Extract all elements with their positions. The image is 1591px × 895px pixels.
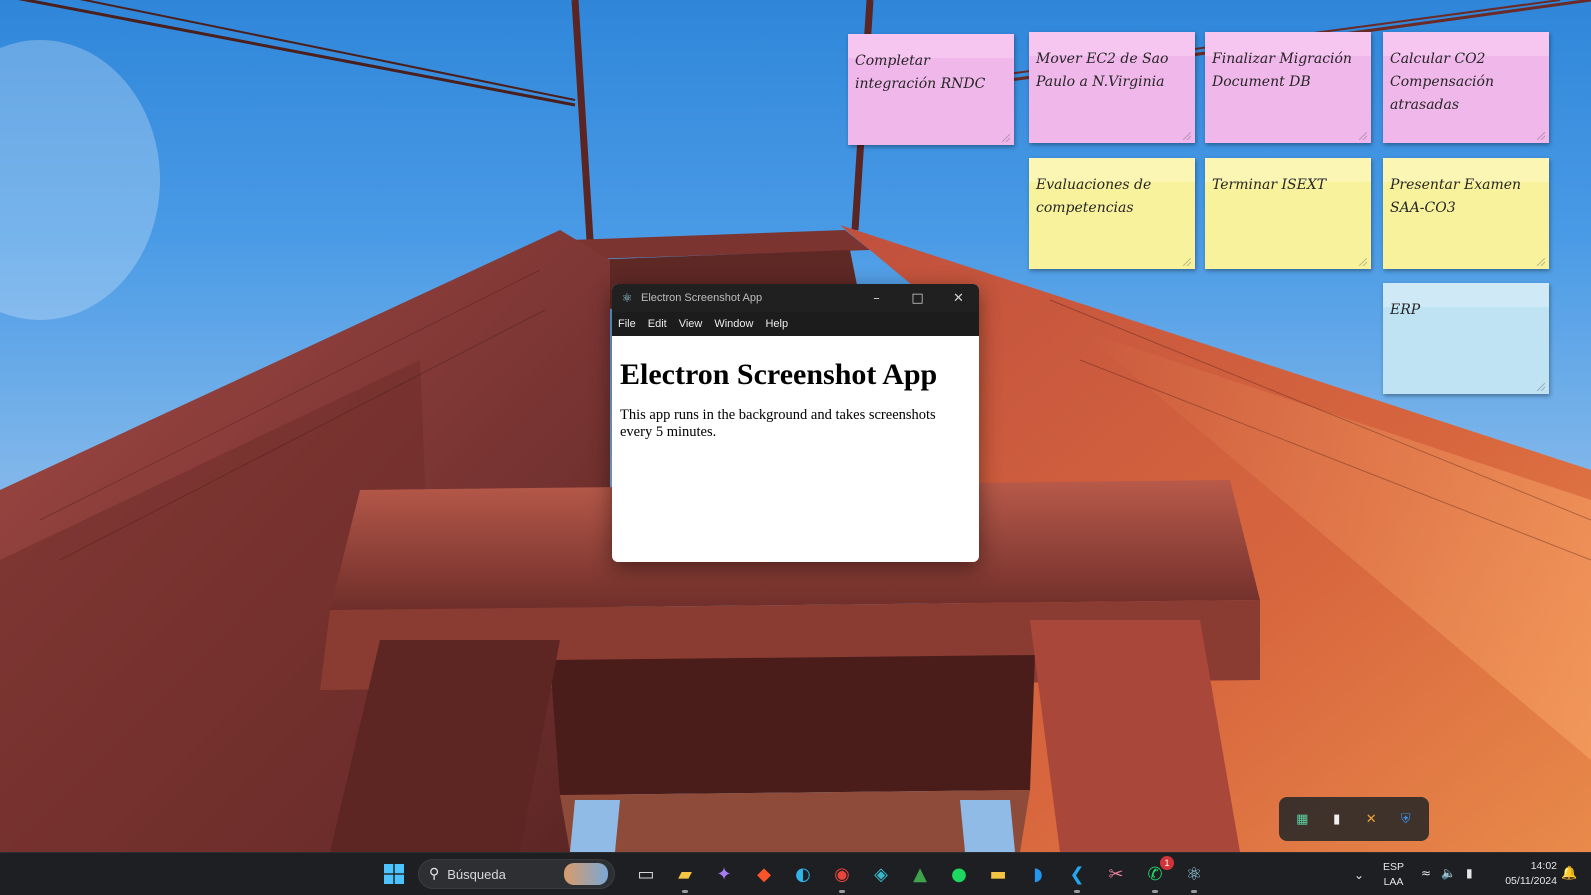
sticky-note-text[interactable]: Finalizar Migración Document DB	[1205, 38, 1371, 94]
edge-browser-icon[interactable]: ◐	[789, 860, 817, 888]
spotify-icon[interactable]: ●	[945, 860, 973, 888]
sticky-note[interactable]: Terminar ISEXT	[1205, 158, 1371, 269]
clock-time: 14:02	[1530, 860, 1557, 872]
sticky-note-text[interactable]: Terminar ISEXT	[1205, 164, 1371, 197]
taskbar: ⚲ Búsqueda ▭ ▰ ✦ ◆ ◐ ◉ ◈ ▲ ● ▬ ◗ ❮ ✂ ✆ 1 ⚛ ⌄ ESP LAA ≈ …	[0, 852, 1591, 895]
folder-icon[interactable]: ▬	[984, 860, 1012, 888]
search-icon: ⚲	[429, 866, 440, 882]
windows-logo-icon	[384, 864, 404, 884]
sticky-note[interactable]: Finalizar Migración Document DB	[1205, 32, 1371, 143]
notification-badge: 1	[1160, 856, 1174, 870]
brave-browser-icon[interactable]: ◆	[750, 860, 778, 888]
sticky-note[interactable]: Evaluaciones de competencias	[1029, 158, 1195, 269]
running-indicator	[1152, 890, 1158, 893]
notification-bell-icon[interactable]: 🔔	[1561, 866, 1577, 881]
menu-view[interactable]: View	[679, 318, 710, 330]
docker-icon[interactable]: ◗	[1024, 860, 1052, 888]
running-indicator	[839, 890, 845, 893]
resize-grip-icon[interactable]	[1359, 132, 1367, 140]
chrome-browser-icon[interactable]: ◉	[828, 860, 856, 893]
quick-settings[interactable]: ≈ 🔈 ▮	[1421, 866, 1473, 880]
close-button[interactable]: ✕	[938, 284, 979, 312]
menu-file[interactable]: File	[618, 318, 643, 330]
resize-grip-icon[interactable]	[1183, 132, 1191, 140]
sticky-note[interactable]: ERP	[1383, 283, 1549, 394]
resize-grip-icon[interactable]	[1183, 258, 1191, 266]
sticky-note-text[interactable]: ERP	[1383, 289, 1549, 322]
start-button[interactable]	[380, 860, 408, 888]
language-indicator[interactable]: ESP LAA	[1383, 860, 1404, 890]
sticky-note[interactable]: Mover EC2 de Sao Paulo a N.Virginia	[1029, 32, 1195, 143]
task-view-icon[interactable]: ▭	[632, 860, 660, 888]
menu-window[interactable]: Window	[714, 318, 760, 330]
battery-icon: ▮	[1466, 866, 1473, 880]
electron-app-icon[interactable]: ⚛	[1180, 860, 1208, 893]
resize-grip-icon[interactable]	[1537, 258, 1545, 266]
menu-help[interactable]: Help	[765, 318, 795, 330]
running-indicator	[1074, 890, 1080, 893]
sticky-note[interactable]: Calcular CO2 Compensación atrasadas	[1383, 32, 1549, 143]
sticky-note-text[interactable]: Completar integración RNDC	[848, 40, 1014, 96]
sticky-note[interactable]: Presentar Examen SAA-CO3	[1383, 158, 1549, 269]
search-placeholder: Búsqueda	[447, 866, 506, 882]
file-explorer-widget-icon[interactable]: ▰	[671, 860, 699, 893]
app-content: Electron Screenshot App This app runs in…	[612, 358, 979, 441]
copilot-icon[interactable]: ✦	[710, 860, 738, 888]
whatsapp-icon[interactable]: ✆ 1	[1141, 856, 1174, 893]
search-input[interactable]: ⚲ Búsqueda	[418, 859, 615, 889]
search-highlight-image	[564, 863, 608, 885]
sticky-note-text[interactable]: Presentar Examen SAA-CO3	[1383, 164, 1549, 220]
clock[interactable]: 14:02 05/11/2024	[1487, 859, 1557, 889]
maximize-button[interactable]: □	[897, 284, 938, 312]
network-tool-icon[interactable]: ✕	[1363, 811, 1379, 827]
wifi-icon: ≈	[1421, 866, 1432, 880]
volume-icon: 🔈	[1441, 866, 1457, 880]
mongodb-compass-icon[interactable]: ▲	[906, 860, 934, 888]
app-cube-icon[interactable]: ◈	[867, 860, 895, 888]
app-window[interactable]: ⚛ Electron Screenshot App – □ ✕ File Edi…	[612, 284, 979, 562]
minimize-button[interactable]: –	[856, 284, 897, 312]
menu-bar: File Edit View Window Help	[612, 312, 979, 336]
sticky-note-text[interactable]: Mover EC2 de Sao Paulo a N.Virginia	[1029, 38, 1195, 94]
resize-grip-icon[interactable]	[1359, 258, 1367, 266]
electron-app-icon: ⚛	[621, 291, 633, 305]
sticky-note-text[interactable]: Evaluaciones de competencias	[1029, 164, 1195, 220]
page-heading: Electron Screenshot App	[620, 358, 938, 391]
menu-edit[interactable]: Edit	[648, 318, 674, 330]
description-text: This app runs in the background and take…	[620, 407, 936, 440]
sticky-note[interactable]: Completar integración RNDC	[848, 34, 1014, 145]
running-indicator	[682, 890, 688, 893]
clock-date: 05/11/2024	[1505, 875, 1557, 887]
title-bar[interactable]: ⚛ Electron Screenshot App – □ ✕	[612, 284, 979, 312]
color-picker-icon[interactable]: ▦	[1294, 811, 1310, 827]
keyboard-layout: LAA	[1383, 876, 1404, 888]
vscode-icon[interactable]: ❮	[1063, 860, 1091, 893]
defender-warning-icon[interactable]: ⛨	[1398, 811, 1414, 827]
sticky-note-text[interactable]: Calcular CO2 Compensación atrasadas	[1383, 38, 1549, 117]
window-title: Electron Screenshot App	[641, 292, 763, 304]
language-code: ESP	[1383, 861, 1405, 873]
resize-grip-icon[interactable]	[1002, 134, 1010, 142]
show-hidden-icons-button[interactable]: ⌄	[1345, 861, 1373, 889]
snipping-tool-icon[interactable]: ✂	[1102, 860, 1130, 888]
clipboard-icon[interactable]: ▮	[1329, 811, 1345, 827]
tray-overflow-flyout: ▦ ▮ ✕ ⛨	[1279, 797, 1429, 841]
resize-grip-icon[interactable]	[1537, 132, 1545, 140]
resize-grip-icon[interactable]	[1537, 383, 1545, 391]
running-indicator	[1191, 890, 1197, 893]
